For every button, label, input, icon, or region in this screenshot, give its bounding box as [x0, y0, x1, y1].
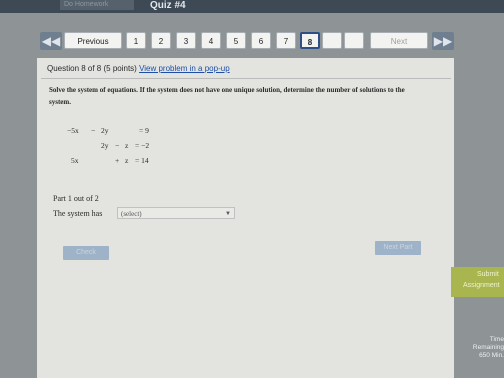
empty-slot [322, 32, 342, 49]
previous-button[interactable]: Previous [64, 32, 122, 49]
question-7-button[interactable]: 7 [276, 32, 296, 49]
time-value: 650 Min. [479, 352, 504, 359]
chevron-down-icon: ▼ [225, 211, 231, 217]
instructions: Solve the system of equations. If the sy… [49, 86, 405, 106]
next-part-button[interactable]: Next Part [375, 241, 421, 255]
previous-arrow-icon[interactable]: ◀◀ [40, 32, 62, 50]
eq2-term-b: z [125, 141, 129, 150]
time-label: Time Remaining [472, 336, 504, 351]
popup-link[interactable]: View problem in a pop-up [139, 64, 230, 73]
eq1-rhs: = 9 [139, 126, 149, 135]
next-button[interactable]: Next [370, 32, 428, 49]
question-8-button[interactable]: 8 [300, 32, 320, 49]
divider [41, 78, 451, 79]
top-bar: Do Homework Quiz #4 [0, 0, 504, 13]
submit-label: Submit [477, 271, 499, 278]
breadcrumb[interactable]: Do Homework [60, 0, 134, 10]
question-6-button[interactable]: 6 [251, 32, 271, 49]
question-header: Question 8 of 8 (5 points) View problem … [47, 64, 230, 73]
eq3-term-b: z [125, 156, 129, 165]
select-value: (select) [121, 210, 142, 218]
next-arrow-icon[interactable]: ▶▶ [432, 32, 454, 50]
eq3-term-a: 5x [71, 156, 79, 165]
question-5-button[interactable]: 5 [226, 32, 246, 49]
eq3-operator: + [115, 156, 120, 165]
eq3-rhs: = 14 [135, 156, 149, 165]
eq1-operator: − [91, 126, 96, 135]
part-label: Part 1 out of 2 [53, 194, 99, 203]
time-remaining: Time Remaining 650 Min. [458, 336, 504, 360]
question-2-button[interactable]: 2 [151, 32, 171, 49]
eq2-rhs: = −2 [135, 141, 150, 150]
question-1-button[interactable]: 1 [126, 32, 146, 49]
eq2-operator: − [115, 141, 120, 150]
empty-slot [344, 32, 364, 49]
question-navigation: ◀◀ Previous 1 2 3 4 5 6 7 8 Next ▶▶ [38, 30, 458, 54]
submit-assignment-button[interactable]: Submit Assignment [451, 267, 504, 297]
solutions-select[interactable]: (select) ▼ [117, 207, 235, 219]
submit-label-2: Assignment [463, 282, 500, 289]
question-label: Question 8 of 8 (5 points) [47, 64, 137, 73]
question-4-button[interactable]: 4 [201, 32, 221, 49]
quiz-title: Quiz #4 [150, 0, 186, 11]
question-3-button[interactable]: 3 [176, 32, 196, 49]
check-button[interactable]: Check [63, 246, 109, 260]
eq1-term-a: −5x [67, 126, 79, 135]
eq2-term-a: 2y [101, 141, 109, 150]
question-panel: Question 8 of 8 (5 points) View problem … [37, 58, 454, 378]
system-label: The system has [53, 209, 103, 218]
eq1-term-b: 2y [101, 126, 109, 135]
